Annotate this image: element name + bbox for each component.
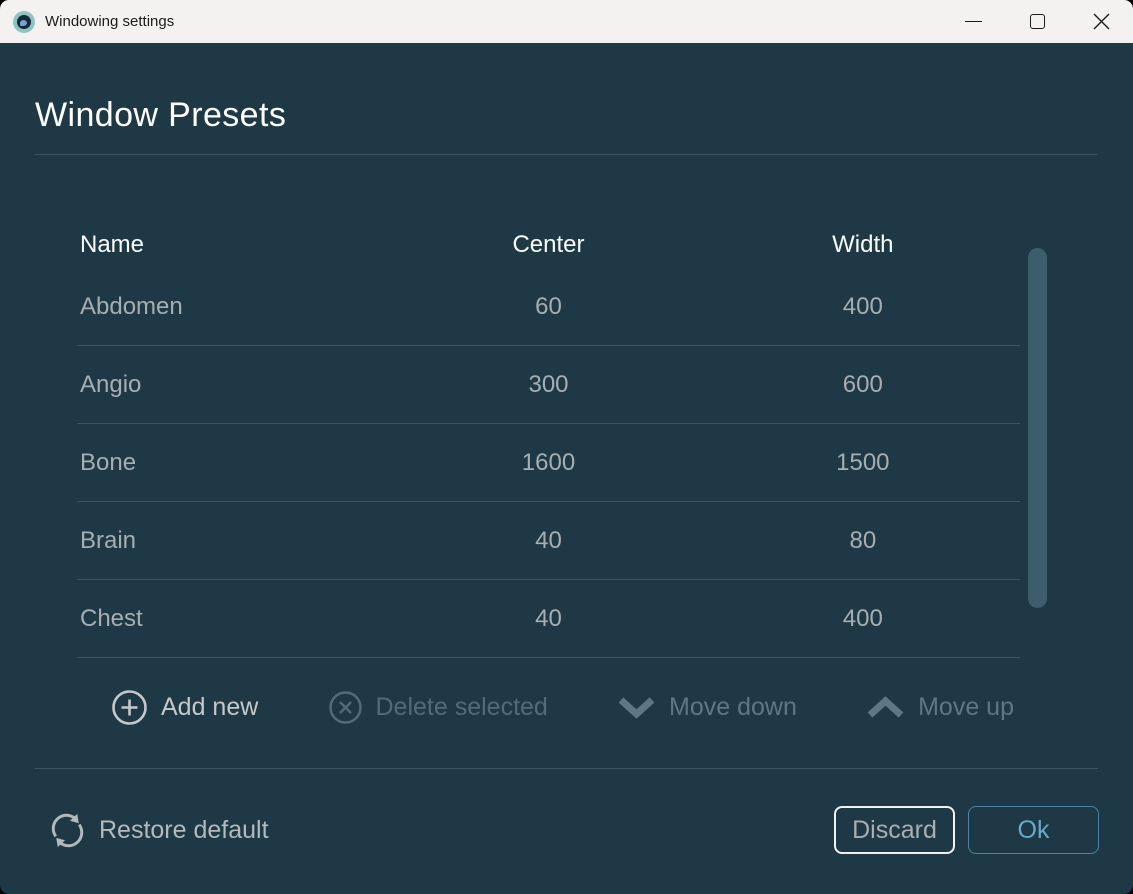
cell-name: Chest [77,605,391,633]
app-icon [13,11,35,33]
maximize-icon [1030,14,1045,29]
table-scrollbar[interactable] [1028,248,1047,608]
heading-divider [35,154,1097,155]
cell-width: 80 [706,527,1020,555]
cell-width: 1500 [706,449,1020,477]
table-row[interactable]: Angio 300 600 [77,346,1020,424]
maximize-button[interactable] [1005,0,1069,43]
cell-center: 40 [391,527,705,555]
delete-selected-label: Delete selected [376,693,548,722]
restore-default-label: Restore default [99,816,269,845]
minimize-icon [965,21,982,22]
table-row[interactable]: Abdomen 60 400 [77,268,1020,346]
x-circle-icon [328,690,363,725]
add-new-button[interactable]: Add new [111,689,258,726]
close-icon [1093,13,1110,30]
cell-name: Abdomen [77,293,391,321]
chevron-down-icon [617,695,656,720]
window-titlebar: Windowing settings [0,0,1133,43]
presets-table: Name Center Width Abdomen 60 400 Angio 3… [77,222,1020,658]
cell-width: 400 [706,605,1020,633]
page-title: Window Presets [35,94,1133,136]
ok-button[interactable]: Ok [968,806,1099,854]
refresh-icon [48,811,87,850]
restore-default-button[interactable]: Restore default [48,811,269,850]
move-down-label: Move down [669,693,797,722]
cell-name: Angio [77,371,391,399]
dialog-buttons: Discard Ok [834,806,1099,854]
table-actions: Add new Delete selected Move down Move u… [111,684,1014,730]
cell-center: 1600 [391,449,705,477]
footer-divider [35,768,1098,769]
table-header-row: Name Center Width [77,222,1020,268]
cell-width: 600 [706,371,1020,399]
minimize-button[interactable] [941,0,1005,43]
add-new-label: Add new [161,693,258,722]
table-row[interactable]: Bone 1600 1500 [77,424,1020,502]
discard-button[interactable]: Discard [834,806,955,854]
footer: Restore default Discard Ok [0,806,1133,854]
windowing-settings-dialog: Windowing settings Window Presets Name C… [0,0,1133,894]
plus-circle-icon [111,689,148,726]
table-row[interactable]: Chest 40 400 [77,580,1020,658]
column-header-name: Name [77,231,391,259]
move-down-button[interactable]: Move down [617,693,797,722]
cell-center: 40 [391,605,705,633]
close-button[interactable] [1069,0,1133,43]
cell-name: Brain [77,527,391,555]
move-up-button[interactable]: Move up [866,693,1014,722]
cell-width: 400 [706,293,1020,321]
delete-selected-button[interactable]: Delete selected [328,690,548,725]
chevron-up-icon [866,695,905,720]
window-title: Windowing settings [45,13,174,30]
column-header-width: Width [706,231,1020,259]
column-header-center: Center [391,231,705,259]
table-row[interactable]: Brain 40 80 [77,502,1020,580]
cell-center: 300 [391,371,705,399]
cell-center: 60 [391,293,705,321]
cell-name: Bone [77,449,391,477]
move-up-label: Move up [918,693,1014,722]
window-controls [941,0,1133,43]
app-icon-swirl [20,20,27,26]
